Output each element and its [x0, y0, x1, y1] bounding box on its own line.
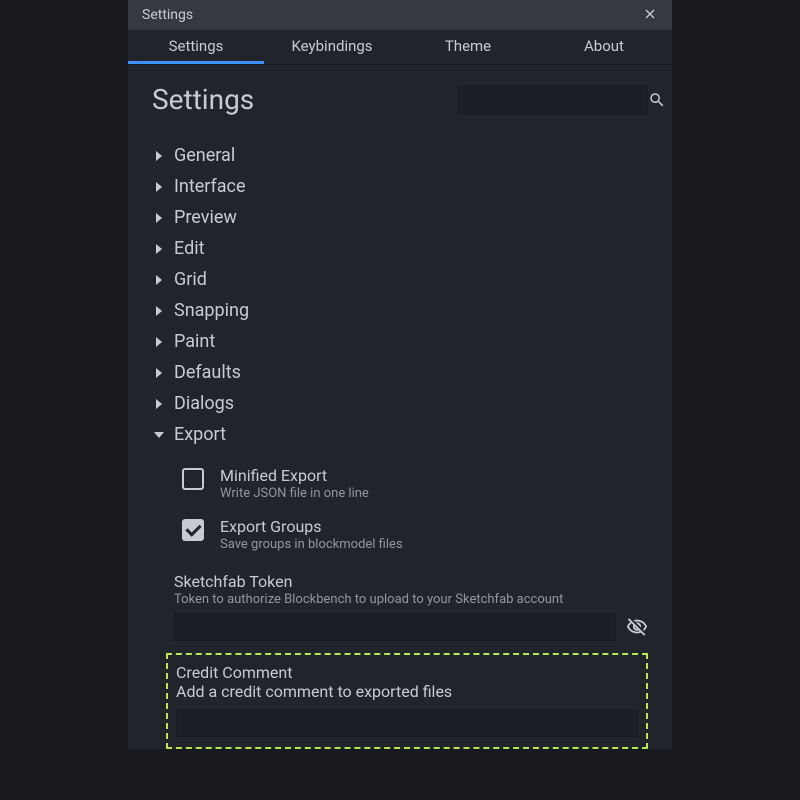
setting-minified-export[interactable]: Minified Export Write JSON file in one l… [152, 458, 648, 509]
category-preview[interactable]: Preview [152, 202, 648, 233]
setting-description: Write JSON file in one line [220, 486, 369, 501]
setting-description: Add a credit comment to exported files [176, 682, 638, 701]
category-defaults[interactable]: Defaults [152, 357, 648, 388]
category-interface[interactable]: Interface [152, 171, 648, 202]
chevron-right-icon [152, 306, 166, 316]
search-icon[interactable] [648, 91, 666, 109]
tab-settings[interactable]: Settings [128, 30, 264, 64]
content: Settings General Interface Preview [128, 65, 672, 749]
chevron-right-icon [152, 151, 166, 161]
sketchfab-token-input[interactable] [174, 613, 616, 641]
category-edit[interactable]: Edit [152, 233, 648, 264]
setting-title: Export Groups [220, 517, 403, 536]
chevron-right-icon [152, 368, 166, 378]
category-label: Interface [174, 176, 246, 197]
chevron-down-icon [152, 430, 166, 440]
chevron-right-icon [152, 244, 166, 254]
tabs: Settings Keybindings Theme About [128, 30, 672, 65]
category-label: Export [174, 424, 226, 445]
tab-theme[interactable]: Theme [400, 30, 536, 64]
setting-title: Sketchfab Token [174, 572, 648, 591]
category-label: General [174, 145, 235, 166]
category-snapping[interactable]: Snapping [152, 295, 648, 326]
search-wrap [458, 85, 648, 115]
setting-export-groups[interactable]: Export Groups Save groups in blockmodel … [152, 509, 648, 560]
titlebar: Settings [128, 0, 672, 30]
close-icon[interactable] [638, 3, 662, 27]
chevron-right-icon [152, 399, 166, 409]
checkbox-unchecked-icon[interactable] [182, 468, 204, 490]
category-dialogs[interactable]: Dialogs [152, 388, 648, 419]
window-title: Settings [142, 7, 193, 23]
category-label: Dialogs [174, 393, 234, 414]
category-label: Edit [174, 238, 204, 259]
credit-comment-input[interactable] [176, 709, 638, 737]
category-general[interactable]: General [152, 140, 648, 171]
settings-dialog: Settings Settings Keybindings Theme Abou… [128, 0, 672, 749]
content-header: Settings [152, 83, 648, 116]
tab-about[interactable]: About [536, 30, 672, 64]
setting-title: Credit Comment [176, 663, 638, 682]
page-title: Settings [152, 83, 254, 116]
checkbox-checked-icon[interactable] [182, 519, 204, 541]
chevron-right-icon [152, 337, 166, 347]
setting-sketchfab-token: Sketchfab Token Token to authorize Block… [152, 564, 648, 645]
categories: General Interface Preview Edit Grid Snap… [152, 140, 648, 749]
search-input[interactable] [467, 92, 648, 108]
setting-credit-comment: Credit Comment Add a credit comment to e… [166, 653, 648, 749]
category-export[interactable]: Export [152, 419, 648, 450]
visibility-off-icon[interactable] [626, 616, 648, 638]
tab-keybindings[interactable]: Keybindings [264, 30, 400, 64]
category-paint[interactable]: Paint [152, 326, 648, 357]
setting-description: Token to authorize Blockbench to upload … [174, 592, 648, 607]
category-grid[interactable]: Grid [152, 264, 648, 295]
category-label: Preview [174, 207, 237, 228]
export-section: Minified Export Write JSON file in one l… [152, 450, 648, 749]
setting-description: Save groups in blockmodel files [220, 537, 403, 552]
category-label: Defaults [174, 362, 241, 383]
category-label: Paint [174, 331, 215, 352]
chevron-right-icon [152, 213, 166, 223]
category-label: Grid [174, 269, 207, 290]
chevron-right-icon [152, 275, 166, 285]
setting-title: Minified Export [220, 466, 369, 485]
chevron-right-icon [152, 182, 166, 192]
category-label: Snapping [174, 300, 249, 321]
